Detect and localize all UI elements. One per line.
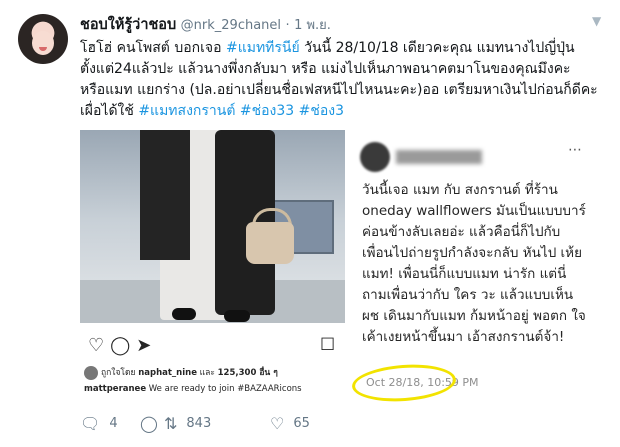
profile-avatar[interactable] — [18, 14, 68, 64]
more-options-icon: ⋯ — [568, 142, 582, 158]
avatar-face — [32, 31, 54, 55]
retweet-count: 843 — [186, 416, 212, 431]
blurred-name — [396, 150, 482, 164]
comment-button[interactable]: ◯ — [140, 414, 167, 433]
photo-shoe — [224, 310, 250, 322]
photo-shoe — [172, 308, 196, 320]
tweet-text: โฮโฮ่ คนโพสต์ บอกเจอ #แมททีรนีย์ วันนี้ … — [80, 38, 600, 122]
facebook-post-text: วันนี้เจอ แมท กับ สงกรานต์ ที่ร้าน oneda… — [362, 182, 586, 345]
liked-mid: และ — [196, 368, 218, 378]
instagram-action-icons: ♡◯➤ — [88, 335, 157, 356]
photo-handbag — [246, 222, 294, 264]
user-handle[interactable]: @nrk_29chanel — [181, 18, 281, 33]
hashtag-link[interactable]: #แมทสงกรานต์ — [138, 103, 235, 119]
tweet-text-part: โฮโฮ่ คนโพสต์ บอกเจอ — [80, 40, 226, 56]
instagram-footer: ♡◯➤ ☐ ถูกใจโดย naphat_nine และ 125,300 อ… — [80, 323, 345, 415]
blurred-avatar — [360, 142, 390, 172]
comment-icon[interactable]: ◯ — [110, 335, 136, 356]
hashtag-link[interactable]: #แมททีรนีย์ — [226, 40, 300, 56]
tweet-date[interactable]: 1 พ.ย. — [294, 18, 331, 33]
photo-dark-coat — [140, 130, 190, 260]
chevron-down-icon[interactable]: ▼ — [592, 14, 601, 28]
liked-user[interactable]: naphat_nine — [138, 368, 197, 378]
liked-prefix: ถูกใจโดย — [101, 368, 136, 378]
instagram-caption: mattperanee We are ready to join #BAZAAR… — [84, 384, 342, 394]
like-button[interactable]: ♡ 65 — [270, 414, 310, 433]
like-count: 65 — [293, 416, 310, 431]
instagram-screenshot[interactable]: ♡◯➤ ☐ ถูกใจโดย naphat_nine และ 125,300 อ… — [80, 130, 345, 415]
reply-count: 4 — [109, 416, 118, 431]
hashtag-link[interactable]: #ช่อง33 — [240, 103, 294, 119]
bookmark-icon[interactable]: ☐ — [320, 335, 335, 355]
reply-button[interactable]: 🗨 4 — [80, 414, 118, 433]
heart-icon[interactable]: ♡ — [88, 335, 110, 356]
caption-text: We are ready to join #BAZAARicons — [146, 384, 302, 394]
retweet-icon: ⇅ — [164, 414, 178, 433]
hashtag-link[interactable]: #ช่อง3 — [299, 103, 344, 119]
comment-icon: ◯ — [140, 414, 158, 433]
tweet-header: ชอบให้รู้ว่าชอบ @nrk_29chanel · 1 พ.ย. — [80, 13, 331, 36]
liker-avatar — [84, 365, 98, 380]
reply-icon: 🗨 — [80, 414, 101, 433]
heart-icon: ♡ — [270, 414, 285, 433]
separator-dot: · — [285, 18, 290, 33]
facebook-screenshot[interactable]: ⋯ วันนี้เจอ แมท กับ สงกรานต์ ที่ร้าน one… — [348, 130, 596, 415]
share-icon[interactable]: ➤ — [136, 335, 157, 356]
tweet-media[interactable]: ♡◯➤ ☐ ถูกใจโดย naphat_nine และ 125,300 อ… — [80, 130, 596, 415]
highlight-circle — [350, 361, 458, 405]
retweet-button[interactable]: ⇅ 843 — [164, 414, 211, 433]
liked-count[interactable]: 125,300 อื่น ๆ — [218, 368, 278, 378]
display-name[interactable]: ชอบให้รู้ว่าชอบ — [80, 17, 176, 33]
caption-user[interactable]: mattperanee — [84, 384, 146, 394]
instagram-likes: ถูกใจโดย naphat_nine และ 125,300 อื่น ๆ — [84, 365, 342, 380]
